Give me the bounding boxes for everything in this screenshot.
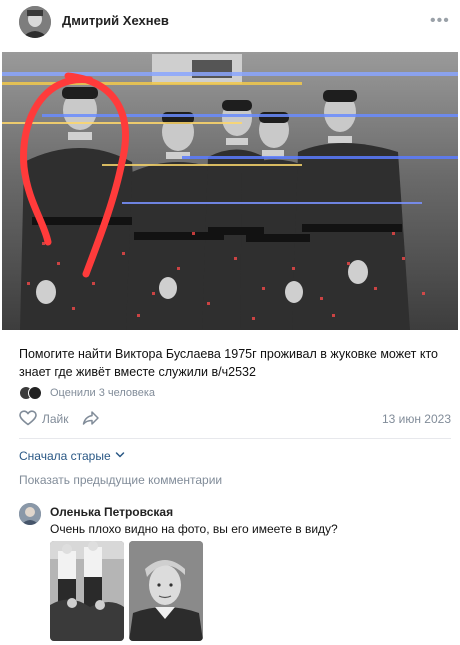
reactions-count[interactable]: Оценили 3 человека xyxy=(50,387,155,399)
comment-author-name[interactable]: Оленька Петровская xyxy=(50,505,173,519)
like-heart-icon[interactable] xyxy=(19,410,37,426)
post-actions: Лайк 13 июн 2023 xyxy=(19,408,451,430)
show-previous-comments-link[interactable]: Показать предыдущие комментарии xyxy=(19,473,222,487)
more-dots-icon[interactable]: ••• xyxy=(430,12,450,30)
comment-author-avatar[interactable] xyxy=(19,503,41,525)
chevron-down-icon[interactable] xyxy=(114,449,126,461)
like-button[interactable]: Лайк xyxy=(42,412,69,426)
post-date: 13 июн 2023 xyxy=(381,412,451,426)
comments-sort-button[interactable]: Сначала старые xyxy=(19,449,111,463)
author-avatar[interactable] xyxy=(19,6,51,38)
reacted-avatar xyxy=(28,386,42,400)
author-name[interactable]: Дмитрий Хехнев xyxy=(62,13,169,28)
comment-photo[interactable] xyxy=(50,541,124,641)
post-caption: Помогите найти Виктора Буслаева 1975г пр… xyxy=(19,347,438,379)
post-card: Дмитрий Хехнев ••• Помогите найти Виктор… xyxy=(0,0,460,645)
share-arrow-icon[interactable] xyxy=(82,410,100,426)
comment-photo[interactable] xyxy=(129,541,203,641)
post-header: Дмитрий Хехнев ••• xyxy=(0,0,460,48)
post-photo[interactable] xyxy=(2,52,458,330)
divider xyxy=(19,438,451,439)
reacted-avatars xyxy=(19,386,45,400)
comment-text: Очень плохо видно на фото, вы его имеете… xyxy=(50,522,338,536)
